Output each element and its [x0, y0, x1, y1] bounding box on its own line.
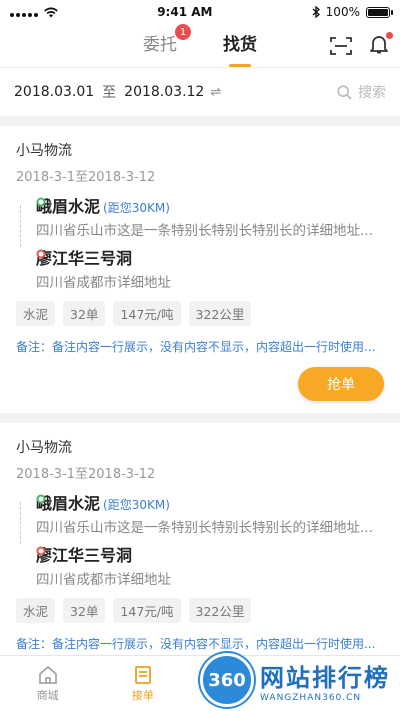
scan-icon[interactable] — [330, 36, 352, 56]
notification-dot — [386, 32, 393, 39]
origin-stop: 峨眉水泥 (距您30KM) 四川省乐山市这是一条特别长特别长特别长的详细地址... — [36, 193, 384, 239]
search-icon — [337, 84, 352, 100]
watermark-logo: 360 网站排行榜 WANGZHAN360.CN — [200, 653, 390, 707]
signal-icon — [10, 7, 38, 17]
tab-entrust[interactable]: 委托 1 — [143, 24, 191, 61]
status-bar: 9:41 AM 100% — [0, 0, 400, 24]
origin-distance: (距您30KM) — [103, 498, 170, 512]
tag-distance: 322公里 — [188, 301, 252, 326]
search-placeholder: 搜索 — [358, 85, 386, 101]
route-line — [20, 205, 21, 247]
tabbar-item-mall[interactable]: 商城 — [0, 656, 95, 711]
tag-distance: 322公里 — [188, 598, 252, 623]
tag-goods: 水泥 — [16, 301, 56, 326]
destination-address: 四川省成都市详细地址 — [36, 275, 171, 291]
order-list-icon — [134, 665, 151, 684]
route: 峨眉水泥 (距您30KM) 四川省乐山市这是一条特别长特别长特别长的详细地址...… — [16, 193, 384, 291]
origin-pin-icon — [36, 494, 46, 504]
destination-stop: 廖江华三号洞 四川省成都市详细地址 — [36, 245, 384, 291]
tab-entrust-label: 委托 — [143, 35, 177, 55]
end-date[interactable]: 2018.03.12 — [124, 84, 204, 100]
tag-goods: 水泥 — [16, 598, 56, 623]
destination-stop: 廖江华三号洞 四川省成都市详细地址 — [36, 542, 384, 588]
origin-distance: (距您30KM) — [103, 201, 170, 215]
order-note: 备注：备注内容一行展示，没有内容不显示，内容超出一行时使用... — [16, 340, 376, 354]
company-name: 小马物流 — [16, 143, 72, 159]
battery-icon — [365, 6, 393, 18]
notification-button[interactable] — [370, 32, 393, 58]
company-name: 小马物流 — [16, 440, 72, 456]
top-nav: 委托 1 找货 — [0, 24, 400, 68]
nav-actions — [330, 24, 393, 68]
destination-address: 四川省成都市详细地址 — [36, 572, 171, 588]
tabbar-item-orders-label: 接单 — [131, 688, 154, 702]
status-right: 100% — [312, 5, 393, 19]
status-time: 9:41 AM — [157, 5, 213, 19]
tabbar-item-mall-label: 商城 — [36, 688, 59, 702]
swap-icon[interactable]: ⇌ — [210, 85, 221, 100]
home-icon — [38, 665, 57, 684]
tag-orders: 32单 — [63, 598, 106, 623]
tag-list: 水泥 32单 147元/吨 322公里 — [16, 598, 384, 623]
watermark-badge: 360 — [200, 653, 254, 707]
destination-pin-icon — [36, 249, 46, 259]
date-separator: 至 — [102, 85, 117, 101]
date-filter-bar: 2018.03.01 至 2018.03.12 ⇌ 搜索 — [0, 68, 400, 116]
destination-name: 廖江华三号洞 — [36, 546, 133, 565]
origin-pin-icon — [36, 197, 46, 207]
tag-price: 147元/吨 — [113, 301, 181, 326]
start-date[interactable]: 2018.03.01 — [14, 84, 94, 100]
bell-icon — [370, 36, 388, 54]
route: 峨眉水泥 (距您30KM) 四川省乐山市这是一条特别长特别长特别长的详细地址...… — [16, 490, 384, 588]
status-left — [10, 7, 58, 18]
origin-address: 四川省乐山市这是一条特别长特别长特别长的详细地址... — [36, 223, 373, 239]
origin-address: 四川省乐山市这是一条特别长特别长特别长的详细地址... — [36, 520, 373, 536]
tabbar-item-orders[interactable]: 接单 — [95, 656, 190, 711]
grab-order-button[interactable]: 抢单 — [298, 367, 384, 401]
watermark-title: 网站排行榜 — [260, 663, 390, 692]
tag-price: 147元/吨 — [113, 598, 181, 623]
watermark-subtitle: WANGZHAN360.CN — [260, 692, 362, 703]
tab-find-goods-label: 找货 — [223, 35, 257, 55]
battery-percent: 100% — [325, 5, 360, 19]
search-box[interactable]: 搜索 — [337, 82, 386, 102]
destination-name: 廖江华三号洞 — [36, 249, 133, 268]
bluetooth-icon — [312, 6, 320, 18]
date-range: 2018-3-1至2018-3-12 — [16, 170, 156, 185]
tab-find-goods[interactable]: 找货 — [223, 30, 257, 61]
origin-stop: 峨眉水泥 (距您30KM) 四川省乐山市这是一条特别长特别长特别长的详细地址... — [36, 490, 384, 536]
tag-list: 水泥 32单 147元/吨 322公里 — [16, 301, 384, 326]
wifi-icon — [44, 7, 58, 17]
order-card: 小马物流 2018-3-1至2018-3-12 峨眉水泥 (距您30KM) 四川省… — [0, 126, 400, 413]
order-list: 小马物流 2018-3-1至2018-3-12 峨眉水泥 (距您30KM) 四川省… — [0, 126, 400, 710]
order-note: 备注：备注内容一行展示，没有内容不显示，内容超出一行时使用... — [16, 637, 376, 651]
tab-entrust-badge: 1 — [175, 24, 191, 40]
tag-orders: 32单 — [63, 301, 106, 326]
route-line — [20, 502, 21, 544]
destination-pin-icon — [36, 546, 46, 556]
date-range: 2018-3-1至2018-3-12 — [16, 467, 156, 482]
